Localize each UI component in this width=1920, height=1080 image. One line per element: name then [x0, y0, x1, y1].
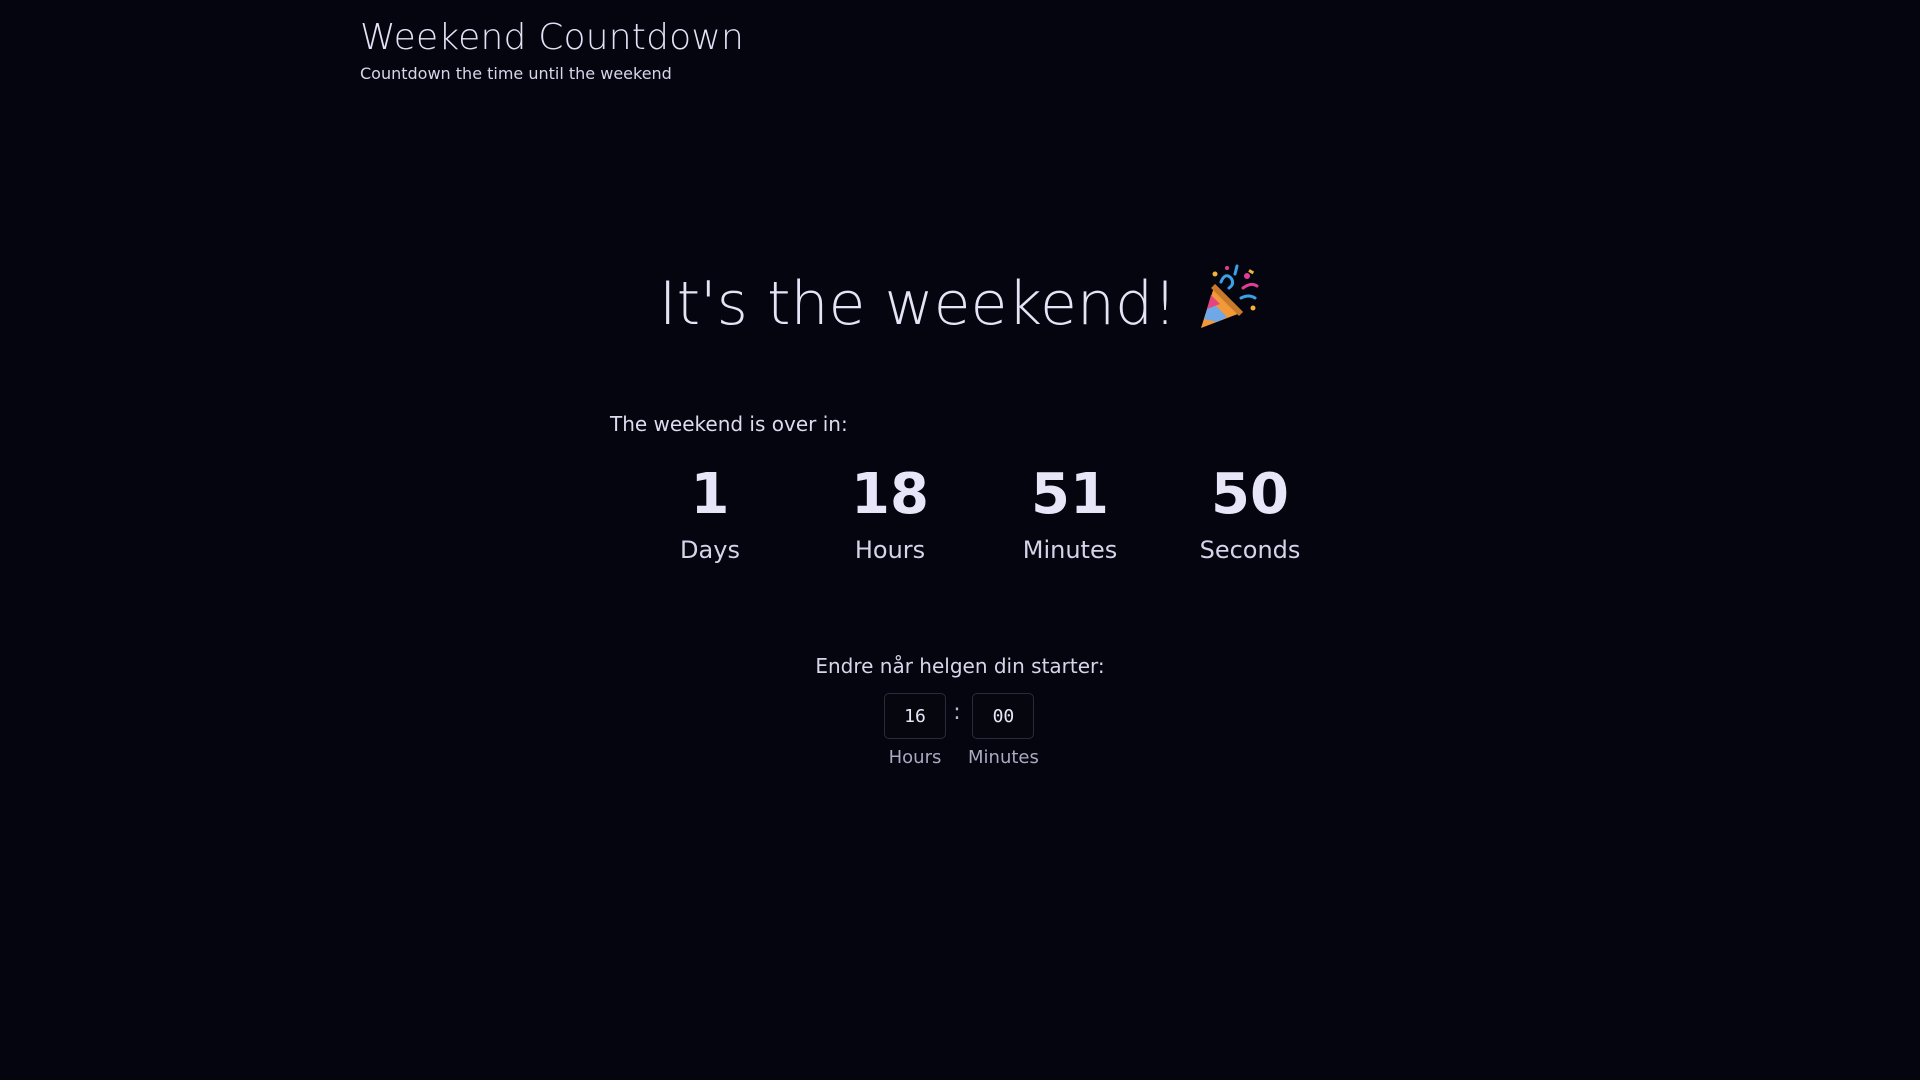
hours-label: Hours — [854, 536, 926, 564]
countdown-minutes: 51 Minutes — [980, 456, 1160, 564]
start-hours-label: Hours — [888, 747, 942, 768]
party-popper-icon — [1191, 264, 1261, 334]
hours-value: 18 — [851, 462, 929, 527]
countdown-label: The weekend is over in: — [610, 412, 848, 436]
start-hours-input[interactable] — [884, 693, 946, 739]
minutes-value: 51 — [1031, 462, 1109, 527]
countdown-display: 1 Days 18 Hours 51 Minutes 50 Seconds — [620, 456, 1340, 564]
app-subtitle: Countdown the time until the weekend — [360, 64, 672, 83]
header: Weekend Countdown Countdown the time unt… — [360, 14, 744, 83]
seconds-value: 50 — [1211, 462, 1289, 527]
countdown-seconds: 50 Seconds — [1160, 456, 1340, 564]
days-value: 1 — [690, 462, 730, 527]
start-minutes-label: Minutes — [968, 747, 1039, 768]
countdown-days: 1 Days — [620, 456, 800, 564]
start-minutes-field: Minutes — [968, 693, 1039, 768]
start-hours-field: Hours — [884, 693, 946, 768]
weekend-headline: It's the weekend! — [0, 262, 1920, 346]
countdown-hours: 18 Hours — [800, 456, 980, 564]
app-title: Weekend Countdown — [360, 17, 745, 58]
start-minutes-input[interactable] — [972, 693, 1035, 739]
seconds-label: Seconds — [1199, 536, 1301, 564]
time-separator: : — [953, 700, 961, 725]
page: Weekend Countdown Countdown the time unt… — [0, 0, 1920, 1080]
start-time-label: Endre når helgen din starter: — [815, 654, 1105, 678]
minutes-label: Minutes — [1022, 536, 1118, 564]
headline-text: It's the weekend! — [658, 269, 1178, 339]
start-time-picker: Hours : Minutes — [884, 693, 1039, 768]
days-label: Days — [680, 536, 740, 564]
